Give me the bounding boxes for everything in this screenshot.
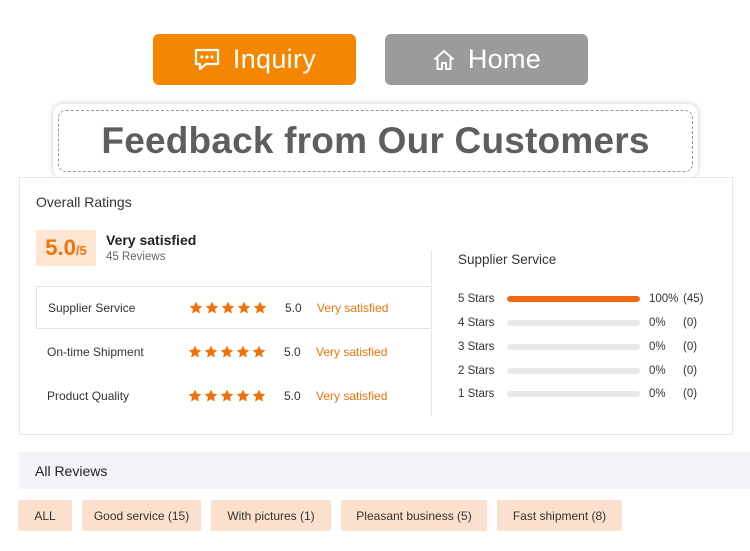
distribution-row: 4 Stars 0% (0)	[458, 315, 718, 331]
star-icon	[253, 301, 267, 313]
dist-count: (45)	[683, 293, 704, 305]
dist-count: (0)	[683, 388, 698, 400]
filter-tag-good-service[interactable]: Good service (15)	[82, 500, 201, 531]
dist-percent: 100%	[649, 293, 679, 305]
overall-ratings-title: Overall Ratings	[36, 194, 132, 210]
score-value: 5.0	[45, 235, 76, 260]
rating-label: Supplier Service	[48, 300, 136, 315]
distribution-row: 3 Stars 0% (0)	[458, 339, 718, 355]
home-label: Home	[467, 44, 542, 74]
house-icon	[432, 48, 456, 72]
dist-bar	[507, 368, 640, 374]
inquiry-label: Inquiry	[232, 44, 317, 74]
dist-count: (0)	[683, 317, 698, 329]
star-icon	[221, 301, 235, 313]
headline-banner: Feedback from Our Customers	[53, 104, 698, 178]
dist-label: 1 Stars	[458, 388, 495, 400]
dist-percent: 0%	[649, 365, 666, 377]
rating-row-product-quality[interactable]: Product Quality 5.0 Very satisfied	[36, 374, 430, 417]
dist-bar	[507, 320, 640, 326]
star-icon	[189, 301, 203, 313]
dist-label: 4 Stars	[458, 317, 495, 329]
overall-summary: Very satisfied	[106, 232, 197, 248]
dist-percent: 0%	[649, 317, 666, 329]
dist-count: (0)	[683, 341, 698, 353]
star-icon	[252, 345, 266, 357]
rating-text: Very satisfied	[316, 344, 388, 359]
all-reviews-header: All Reviews	[19, 452, 750, 489]
rating-value: 5.0	[284, 388, 301, 403]
filter-tag-all[interactable]: ALL	[18, 500, 72, 531]
dist-percent: 0%	[649, 388, 666, 400]
dist-count: (0)	[683, 365, 698, 377]
rating-row-supplier-service[interactable]: Supplier Service 5.0 Very satisfied	[36, 286, 430, 329]
filter-tag-pleasant-business[interactable]: Pleasant business (5)	[341, 500, 487, 531]
rating-text: Very satisfied	[316, 388, 388, 403]
star-icon	[204, 345, 218, 357]
dist-label: 3 Stars	[458, 341, 495, 353]
star-rating	[188, 389, 266, 403]
rating-text: Very satisfied	[317, 300, 389, 315]
star-icon	[252, 389, 266, 401]
score-suffix: /5	[75, 243, 87, 258]
distribution-row: 1 Stars 0% (0)	[458, 386, 718, 402]
review-count: 45 Reviews	[106, 251, 166, 263]
star-icon	[236, 345, 250, 357]
ratings-card: Overall Ratings 5.0 /5 Very satisfied 45…	[19, 177, 733, 435]
dist-label: 2 Stars	[458, 365, 495, 377]
rating-value: 5.0	[285, 300, 302, 315]
score-badge: 5.0 /5	[36, 230, 96, 266]
star-icon	[220, 389, 234, 401]
chat-bubble-icon	[193, 47, 221, 73]
filter-tag-with-pictures[interactable]: With pictures (1)	[211, 500, 331, 531]
rating-label: Product Quality	[47, 388, 130, 403]
dist-bar	[507, 296, 640, 302]
star-icon	[205, 301, 219, 313]
star-icon	[220, 345, 234, 357]
inquiry-button[interactable]: Inquiry	[153, 34, 356, 85]
rating-value: 5.0	[284, 344, 301, 359]
all-reviews-title: All Reviews	[35, 462, 108, 479]
filter-tag-fast-shipment[interactable]: Fast shipment (8)	[497, 500, 622, 531]
home-button[interactable]: Home	[385, 34, 588, 85]
section-divider	[431, 250, 432, 416]
supplier-service-title: Supplier Service	[458, 252, 557, 267]
star-icon	[237, 301, 251, 313]
page-title: Feedback from Our Customers	[101, 120, 650, 161]
star-icon	[204, 389, 218, 401]
distribution-row: 2 Stars 0% (0)	[458, 363, 718, 379]
star-rating	[189, 301, 267, 315]
dist-bar	[507, 391, 640, 397]
distribution-row: 5 Stars 100% (45)	[458, 291, 718, 307]
rating-label: On-time Shipment	[47, 344, 144, 359]
headline-frame: Feedback from Our Customers	[58, 110, 693, 172]
dist-bar-fill	[507, 296, 640, 302]
star-icon	[188, 345, 202, 357]
rating-row-on-time-shipment[interactable]: On-time Shipment 5.0 Very satisfied	[36, 330, 430, 373]
dist-bar	[507, 344, 640, 350]
star-icon	[188, 389, 202, 401]
star-rating	[188, 345, 266, 359]
dist-label: 5 Stars	[458, 293, 495, 305]
dist-percent: 0%	[649, 341, 666, 353]
star-icon	[236, 389, 250, 401]
